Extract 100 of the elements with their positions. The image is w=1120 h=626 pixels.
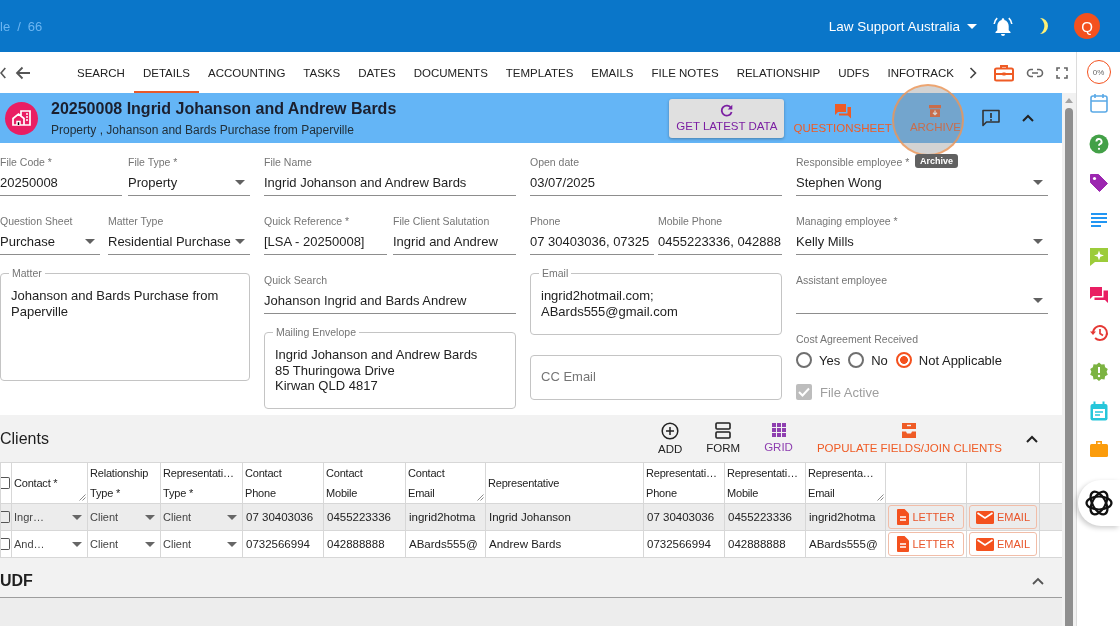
resize-grip-icon[interactable] bbox=[79, 494, 86, 501]
calendar-icon[interactable] bbox=[1089, 93, 1108, 113]
breadcrumb-separator: / bbox=[17, 18, 21, 34]
radio-option[interactable]: No bbox=[848, 352, 888, 368]
letter-button[interactable]: LETTER bbox=[888, 532, 964, 556]
dropdown-field[interactable]: Question Sheet Purchase bbox=[0, 214, 100, 255]
tag-icon[interactable] bbox=[1088, 173, 1109, 193]
table-cell: 0732566994 bbox=[643, 530, 725, 558]
stacked-rows-icon bbox=[715, 422, 732, 439]
checkbox-icon[interactable] bbox=[1, 477, 10, 489]
checkbox-icon[interactable] bbox=[1, 538, 10, 550]
text-field[interactable]: Open date 03/07/2025 bbox=[530, 155, 782, 196]
tab[interactable]: UDFS bbox=[829, 52, 879, 93]
chat-icon[interactable] bbox=[1088, 286, 1109, 304]
link-icon[interactable] bbox=[1026, 67, 1044, 78]
tab[interactable]: INFOTRACK bbox=[878, 52, 963, 93]
text-field[interactable]: File Client Salutation Ingrid and Andrew bbox=[393, 214, 516, 255]
matter-subtitle: Property , Johanson and Bards Purchase from Paperville bbox=[51, 122, 355, 137]
email-button[interactable]: EMAIL bbox=[969, 532, 1037, 556]
document-icon bbox=[897, 536, 910, 552]
get-latest-data-button[interactable]: GET LATEST DATA bbox=[669, 98, 785, 138]
text-area-field[interactable]: CC Email bbox=[530, 355, 782, 400]
dropdown-field[interactable]: Client bbox=[161, 531, 242, 557]
dropdown-field[interactable]: Client bbox=[88, 504, 160, 530]
dropdown-field[interactable]: Client bbox=[88, 531, 160, 557]
dropdown-field[interactable]: Assistant employee bbox=[796, 273, 1048, 314]
help-icon[interactable] bbox=[1088, 134, 1109, 154]
grid-icon bbox=[770, 422, 787, 438]
caret-down-icon bbox=[1033, 238, 1043, 244]
tab[interactable]: ACCOUNTING bbox=[199, 52, 295, 93]
resize-grip-icon[interactable] bbox=[877, 494, 884, 501]
dropdown-field[interactable]: And… bbox=[12, 531, 87, 557]
table-cell: 07 30403036 bbox=[643, 503, 725, 531]
text-field[interactable]: File Code * 20250008 bbox=[0, 155, 122, 196]
tab[interactable]: EMAILS bbox=[582, 52, 643, 93]
form-view-button[interactable]: FORM bbox=[705, 422, 742, 455]
add-button[interactable]: ADD bbox=[657, 422, 684, 455]
text-area-field[interactable]: Email ingrid2hotmail.com; ABards555@gmail.com bbox=[530, 266, 782, 335]
caret-down-icon bbox=[85, 238, 95, 244]
text-area-field[interactable]: Matter Johanson and Bards Purchase from Paperville bbox=[0, 266, 250, 381]
caret-down-icon bbox=[967, 23, 977, 29]
dropdown-field[interactable]: Ingr… bbox=[12, 504, 87, 530]
feedback-icon[interactable] bbox=[981, 109, 1001, 127]
table-cell: ABards555@ bbox=[805, 530, 886, 558]
table-cell: 042888888 bbox=[724, 530, 806, 558]
caret-down-icon bbox=[72, 514, 82, 520]
document-icon bbox=[897, 509, 910, 525]
tab[interactable]: FILE NOTES bbox=[642, 52, 728, 93]
text-field[interactable]: Quick Search Johanson Ingrid and Bards Andrew bbox=[264, 273, 516, 314]
chevron-right-icon[interactable] bbox=[968, 66, 977, 79]
table-cell: 042888888 bbox=[323, 530, 406, 558]
radio-option[interactable]: Not Applicable bbox=[895, 352, 1002, 368]
table-cell: ABards555@ bbox=[405, 530, 486, 558]
section-title: UDF bbox=[0, 571, 33, 590]
tab[interactable]: RELATIONSHIP bbox=[727, 52, 830, 93]
scroll-up-arrow-icon[interactable] bbox=[1065, 98, 1073, 103]
dropdown-field[interactable]: Client bbox=[161, 504, 242, 530]
table-cell: 0732566994 bbox=[242, 530, 324, 558]
caret-down-icon bbox=[235, 179, 245, 185]
radio-option[interactable]: Yes bbox=[796, 352, 841, 368]
text-field[interactable]: Quick Reference * [LSA - 20250008] bbox=[264, 214, 387, 255]
tab[interactable]: TEMPLATES bbox=[496, 52, 583, 93]
alert-badge-icon[interactable] bbox=[1088, 362, 1109, 382]
briefcase-icon[interactable] bbox=[994, 63, 1014, 82]
interlaced-loops-icon[interactable] bbox=[1078, 480, 1120, 526]
chat-icon bbox=[833, 102, 852, 119]
text-lines-icon[interactable] bbox=[1089, 212, 1108, 228]
chevron-up-icon[interactable] bbox=[1026, 434, 1038, 443]
checkbox-icon[interactable] bbox=[1, 511, 10, 523]
tab[interactable]: SEARCH bbox=[68, 52, 134, 93]
text-field[interactable]: Mobile Phone 0455223336, 042888 bbox=[658, 214, 782, 255]
plus-circle-icon bbox=[661, 422, 680, 440]
organization-dropdown[interactable]: Law Support Australia bbox=[828, 18, 977, 34]
resize-grip-icon[interactable] bbox=[477, 494, 484, 501]
tab[interactable]: DATES bbox=[349, 52, 405, 93]
archive-icon bbox=[928, 103, 943, 118]
chevron-up-icon[interactable] bbox=[1022, 114, 1034, 122]
envelope-icon bbox=[976, 537, 994, 551]
text-field[interactable]: File Name Ingrid Johanson and Andrew Bards bbox=[264, 155, 516, 196]
tab[interactable]: DOCUMENTS bbox=[404, 52, 497, 93]
chevron-up-icon[interactable] bbox=[1032, 576, 1044, 585]
chevron-left-icon[interactable] bbox=[0, 66, 6, 79]
arrow-left-icon[interactable] bbox=[15, 65, 31, 80]
table-cell: 0455223336 bbox=[323, 503, 406, 531]
table-cell: Andrew Bards bbox=[485, 530, 644, 558]
text-area-field[interactable]: Mailing Envelope Ingrid Johanson and Andrew Bards 85 Thuringowa Drive Kirwan QLD 4817 bbox=[264, 325, 516, 409]
bell-icon[interactable] bbox=[993, 16, 1013, 36]
dropdown-field[interactable]: Matter Type Residential Purchase bbox=[108, 214, 250, 255]
table-row[interactable]: And… Client Client 0732566994 042888888 ABards555@ Andrew Bards 0732566994 042888888 ABards555@ LETTER EMAIL bbox=[0, 530, 1062, 558]
dropdown-field[interactable]: File Type * Property bbox=[128, 155, 250, 196]
table-row[interactable]: Ingr… Client Client 07 30403036 0455223336 ingrid2hotma Ingrid Johanson 07 30403036 0455223336 ingrid2hotma LETTER EMAIL bbox=[0, 503, 1062, 531]
refresh-icon bbox=[720, 104, 734, 117]
text-field[interactable]: Phone 07 30403036, 07325 bbox=[530, 214, 654, 255]
scrollbar-thumb[interactable] bbox=[1065, 108, 1073, 626]
tab[interactable]: TASKS bbox=[294, 52, 350, 93]
dropdown-field[interactable]: Managing employee * Kelly Mills bbox=[796, 214, 1048, 255]
scrollbar[interactable] bbox=[1062, 93, 1076, 626]
fullscreen-icon[interactable] bbox=[1056, 66, 1068, 79]
history-icon[interactable] bbox=[1088, 323, 1109, 343]
grid-view-button[interactable]: GRID bbox=[763, 422, 794, 455]
